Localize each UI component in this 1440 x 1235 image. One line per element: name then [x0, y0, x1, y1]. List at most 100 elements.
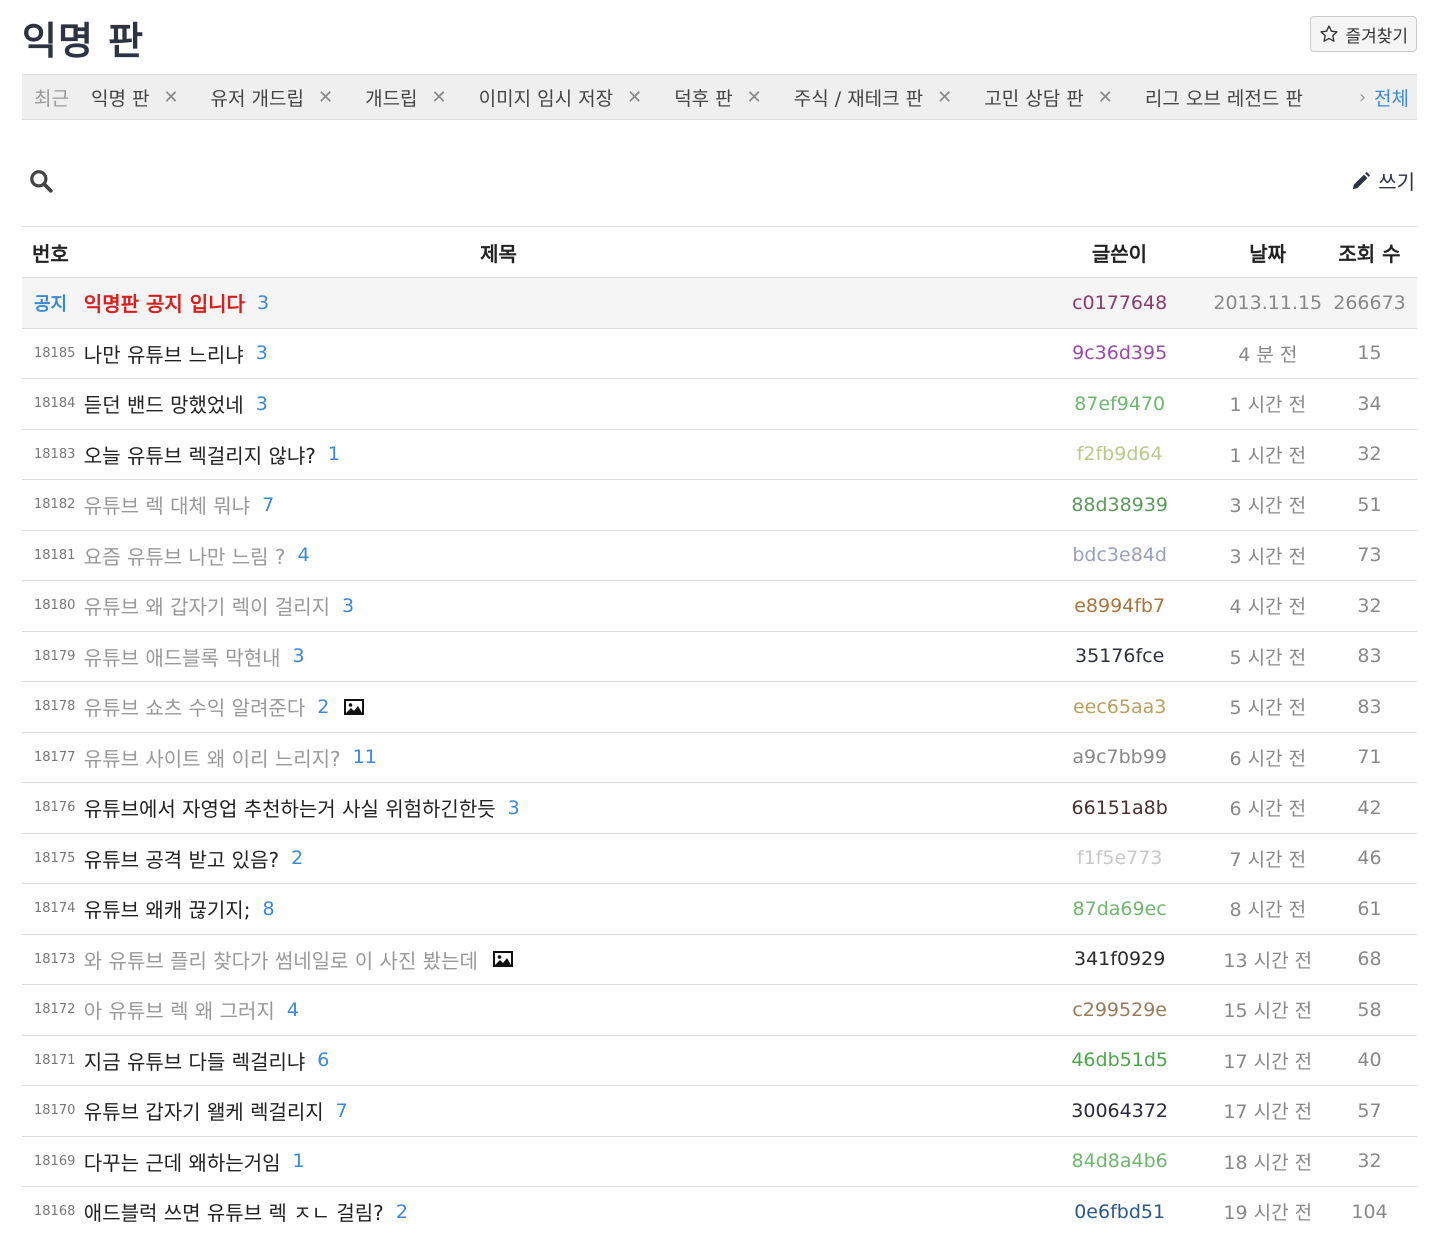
comment-count[interactable]: 3	[256, 342, 268, 364]
recent-board-label[interactable]: 유저 개드립	[211, 84, 304, 111]
post-author[interactable]: 9c36d395	[1034, 342, 1206, 364]
post-date: 5 시간 전	[1229, 646, 1307, 669]
comment-count[interactable]: 3	[256, 393, 268, 415]
comment-count[interactable]: 7	[262, 494, 274, 516]
favorite-button[interactable]: 즐겨찾기	[1310, 16, 1417, 52]
table-row: 18180 유튜브 왜 갑자기 렉이 걸리지 3 e8994fb7 4 시간 전 32	[22, 581, 1417, 632]
post-author[interactable]: e8994fb7	[1034, 595, 1206, 617]
recent-board-item[interactable]: 고민 상담 판 ✕	[984, 84, 1113, 111]
post-title-link[interactable]: 유튜브 렉 대체 뭐냐	[84, 490, 250, 519]
post-author[interactable]: bdc3e84d	[1034, 544, 1206, 566]
post-author[interactable]: 87da69ec	[1034, 898, 1206, 920]
comment-count[interactable]: 7	[336, 1100, 348, 1122]
all-boards-link[interactable]: 전체	[1374, 84, 1409, 111]
post-title-link[interactable]: 유튜브 왜캐 끊기지;	[84, 894, 251, 923]
post-number: 18183	[34, 446, 76, 462]
comment-count[interactable]: 1	[328, 443, 340, 465]
comment-count[interactable]: 6	[317, 1049, 329, 1071]
comment-count[interactable]: 3	[508, 797, 520, 819]
comment-count[interactable]: 1	[293, 1150, 305, 1172]
notice-date: 2013.11.15	[1213, 291, 1323, 314]
search-icon[interactable]	[28, 168, 54, 194]
post-title-link[interactable]: 유튜브 공격 받고 있음?	[84, 844, 279, 873]
post-author[interactable]: 341f0929	[1034, 948, 1206, 970]
comment-count[interactable]: 2	[317, 696, 329, 718]
comment-count[interactable]: 2	[291, 847, 303, 869]
header-date: 날짜	[1249, 241, 1287, 266]
comment-count[interactable]: 11	[353, 746, 377, 768]
image-icon	[492, 951, 513, 968]
post-title-link[interactable]: 요즘 유튜브 나만 느림 ?	[84, 541, 286, 570]
post-author[interactable]: 88d38939	[1034, 494, 1206, 516]
comment-count[interactable]: 3	[342, 595, 354, 617]
post-views: 61	[1357, 897, 1382, 920]
comment-count[interactable]: 3	[293, 645, 305, 667]
post-title-cell: 오늘 유튜브 렉걸리지 않냐? 1	[84, 440, 1034, 469]
recent-board-item[interactable]: 리그 오브 레전드 판	[1145, 84, 1303, 111]
post-author[interactable]: 66151a8b	[1034, 797, 1206, 819]
post-title-link[interactable]: 유튜브 애드블록 막현내	[84, 642, 281, 671]
post-title-link[interactable]: 다꾸는 근데 왜하는거임	[84, 1147, 281, 1176]
close-icon[interactable]: ✕	[627, 87, 642, 108]
post-title-link[interactable]: 아 유튜브 렉 왜 그러지	[84, 995, 275, 1024]
recent-board-item[interactable]: 익명 판 ✕	[91, 84, 179, 111]
comment-count[interactable]: 2	[396, 1201, 408, 1223]
post-title-link[interactable]: 유튜브 갑자기 왤케 렉걸리지	[84, 1096, 324, 1125]
header-title: 제목	[480, 241, 517, 266]
post-title-cell: 유튜브 쇼츠 수익 알려준다 2	[84, 692, 1034, 721]
close-icon[interactable]: ✕	[937, 87, 952, 108]
recent-board-label[interactable]: 이미지 임시 저장	[479, 84, 613, 111]
post-author[interactable]: 46db51d5	[1034, 1049, 1206, 1071]
close-icon[interactable]: ✕	[163, 87, 178, 108]
post-number: 18171	[34, 1052, 76, 1068]
post-title-link[interactable]: 유튜브 사이트 왜 이리 느리지?	[84, 743, 341, 772]
post-views: 15	[1357, 342, 1382, 365]
post-title-link[interactable]: 오늘 유튜브 렉걸리지 않냐?	[84, 440, 316, 469]
post-date: 19 시간 전	[1223, 1202, 1313, 1225]
post-author[interactable]: eec65aa3	[1034, 696, 1206, 718]
post-author[interactable]: 30064372	[1034, 1100, 1206, 1122]
close-icon[interactable]: ✕	[1098, 87, 1113, 108]
close-icon[interactable]: ✕	[747, 87, 762, 108]
post-author[interactable]: f2fb9d64	[1034, 443, 1206, 465]
recent-board-label[interactable]: 고민 상담 판	[984, 84, 1083, 111]
post-title-link[interactable]: 나만 유튜브 느리냐	[84, 339, 244, 368]
recent-board-label[interactable]: 리그 오브 레전드 판	[1145, 84, 1303, 111]
post-author[interactable]: 35176fce	[1034, 645, 1206, 667]
post-title-link[interactable]: 유튜브 쇼츠 수익 알려준다	[84, 692, 305, 721]
notice-author[interactable]: c0177648	[1034, 292, 1206, 314]
close-icon[interactable]: ✕	[432, 87, 447, 108]
post-title-link[interactable]: 유튜브 왜 갑자기 렉이 걸리지	[84, 591, 330, 620]
post-title-link[interactable]: 유튜브에서 자영업 추천하는거 사실 위험하긴한듯	[84, 793, 496, 822]
notice-title-link[interactable]: 익명판 공지 입니다	[84, 288, 245, 317]
post-title-cell: 나만 유튜브 느리냐 3	[84, 339, 1034, 368]
comment-count[interactable]: 3	[257, 292, 269, 314]
recent-board-label[interactable]: 덕후 판	[674, 84, 732, 111]
post-author[interactable]: 84d8a4b6	[1034, 1150, 1206, 1172]
comment-count[interactable]: 4	[287, 999, 299, 1021]
recent-board-item[interactable]: 주식 / 재테크 판 ✕	[794, 84, 953, 111]
recent-board-label[interactable]: 주식 / 재테크 판	[794, 84, 923, 111]
chevron-right-icon[interactable]: ›	[1359, 87, 1366, 108]
close-icon[interactable]: ✕	[318, 87, 333, 108]
post-author[interactable]: a9c7bb99	[1034, 746, 1206, 768]
post-author[interactable]: f1f5e773	[1034, 847, 1206, 869]
recent-board-label[interactable]: 익명 판	[91, 84, 149, 111]
recent-board-label[interactable]: 개드립	[365, 84, 417, 111]
write-button[interactable]: 쓰기	[1350, 166, 1415, 195]
comment-count[interactable]: 8	[262, 898, 274, 920]
post-author[interactable]: 0e6fbd51	[1034, 1201, 1206, 1223]
post-author[interactable]: 87ef9470	[1034, 393, 1206, 415]
recent-board-item[interactable]: 덕후 판 ✕	[674, 84, 762, 111]
post-date: 15 시간 전	[1223, 1000, 1313, 1023]
recent-board-item[interactable]: 유저 개드립 ✕	[211, 84, 334, 111]
post-title-link[interactable]: 듣던 밴드 망했었네	[84, 389, 244, 418]
post-title-link[interactable]: 지금 유튜브 다들 렉걸리냐	[84, 1046, 305, 1075]
recent-board-item[interactable]: 이미지 임시 저장 ✕	[479, 84, 643, 111]
post-title-cell: 아 유튜브 렉 왜 그러지 4	[84, 995, 1034, 1024]
comment-count[interactable]: 4	[297, 544, 309, 566]
post-author[interactable]: c299529e	[1034, 999, 1206, 1021]
post-title-link[interactable]: 와 유튜브 플리 찾다가 썸네일로 이 사진 봤는데	[84, 945, 478, 974]
recent-board-item[interactable]: 개드립 ✕	[365, 84, 447, 111]
post-title-link[interactable]: 애드블럭 쓰면 유튜브 렉 ㅈㄴ 걸림?	[84, 1197, 384, 1226]
